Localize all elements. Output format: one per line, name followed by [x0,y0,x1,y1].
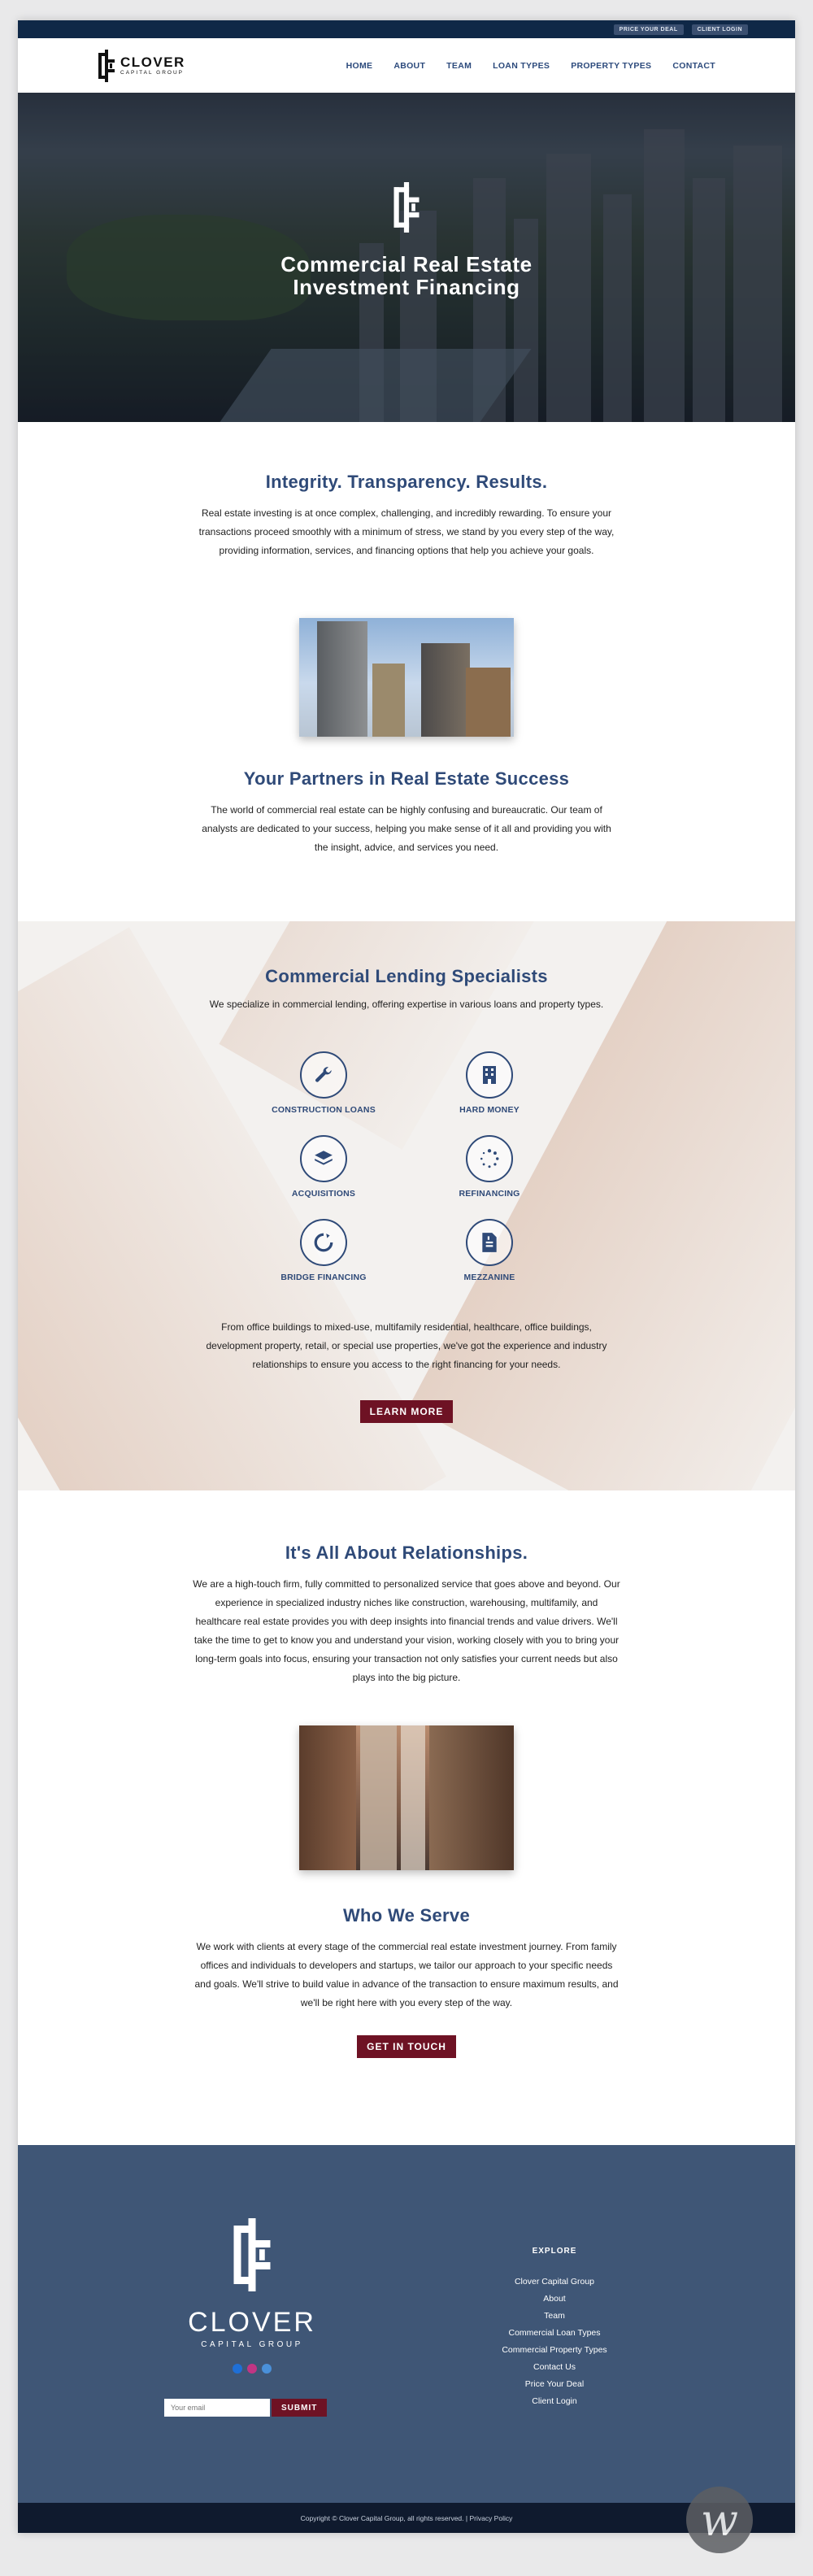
service-hard-money[interactable]: HARD MONEY [408,1051,571,1115]
who-we-serve-section: Who We Serve We work with clients at eve… [18,1905,795,2058]
service-label: HARD MONEY [459,1105,520,1115]
hero-title-line-1: Commercial Real Estate [280,252,533,276]
partners-text: The world of commercial real estate can … [202,804,611,853]
copyright-bar: Copyright © Clover Capital Group, all ri… [18,2503,795,2533]
footer-link[interactable]: Commercial Property Types [473,2342,636,2359]
nav-loan-types[interactable]: LOAN TYPES [493,61,550,71]
facebook-icon[interactable] [233,2364,242,2374]
service-label: REFINANCING [459,1189,520,1199]
site-header: CLOVER CAPITAL GROUP HOME ABOUT TEAM LOA… [18,38,795,93]
partners-section: Your Partners in Real Estate Success The… [18,768,795,857]
email-input[interactable] [164,2399,270,2417]
brand-name: CLOVER [120,54,185,70]
partners-heading: Your Partners in Real Estate Success [243,768,570,789]
intro-section: Integrity. Transparency. Results. Real e… [18,472,795,560]
skyscrapers-photo [299,618,514,737]
footer-link[interactable]: Commercial Loan Types [473,2325,636,2342]
intro-heading: Integrity. Transparency. Results. [265,472,548,492]
linkedin-icon[interactable] [262,2364,272,2374]
learn-more-button[interactable]: LEARN MORE [359,1400,454,1423]
footer-logo[interactable]: CLOVER CAPITAL GROUP [171,2218,333,2374]
document-icon [482,1233,497,1252]
service-refinancing[interactable]: REFINANCING [408,1135,571,1199]
nav-about[interactable]: ABOUT [393,61,425,71]
hero-banner: Commercial Real Estate Investment Financ… [18,93,795,422]
clover-logo-icon [98,49,115,82]
service-label: BRIDGE FINANCING [280,1273,367,1282]
price-your-deal-button[interactable]: PRICE YOUR DEAL [613,24,684,35]
specialists-text: From office buildings to mixed-use, mult… [206,1321,607,1370]
service-mezzanine[interactable]: MEZZANINE [408,1219,571,1282]
service-bridge-financing[interactable]: BRIDGE FINANCING [242,1219,405,1282]
building-icon [483,1066,496,1084]
lending-specialists-section: Commercial Lending Specialists We specia… [18,921,795,1490]
explore-links: EXPLORE Clover Capital Group About Team … [473,2247,636,2410]
newsletter-form: SUBMIT [164,2399,328,2417]
serve-heading: Who We Serve [342,1905,470,1925]
circle-arrow-icon [314,1233,333,1252]
service-label: ACQUISITIONS [291,1189,356,1199]
relationships-heading: It's All About Relationships. [285,1543,528,1563]
clover-emblem-icon [393,182,420,233]
nav-contact[interactable]: CONTACT [672,61,715,71]
layers-icon [315,1151,333,1165]
brand-tagline: CAPITAL GROUP [120,69,185,76]
footer-link[interactable]: Client Login [473,2393,636,2410]
specialists-heading: Commercial Lending Specialists [265,966,548,986]
service-label: CONSTRUCTION LOANS [272,1105,376,1115]
get-in-touch-button[interactable]: GET IN TOUCH [357,2035,456,2058]
specialists-intro: We specialize in commercial lending, off… [209,999,604,1010]
service-construction-loans[interactable]: CONSTRUCTION LOANS [242,1051,405,1115]
footer-brand-name: CLOVER [188,2307,316,2338]
footer-link[interactable]: Contact Us [473,2359,636,2376]
service-label: MEZZANINE [463,1273,515,1282]
relationships-text: We are a high-touch firm, fully committe… [193,1578,620,1683]
submit-button[interactable]: SUBMIT [272,2399,328,2417]
clover-emblem-icon [233,2218,271,2291]
wrench-icon [315,1067,332,1082]
footer-link[interactable]: Price Your Deal [473,2376,636,2393]
page-frame: PRICE YOUR DEAL CLIENT LOGIN CLOVER CAPI… [18,20,795,2533]
wix-badge-icon[interactable]: w [686,2487,753,2553]
utility-bar: PRICE YOUR DEAL CLIENT LOGIN [18,20,795,38]
explore-heading: EXPLORE [532,2247,577,2256]
site-footer: CLOVER CAPITAL GROUP SUBMIT EXPLORE Clov… [18,2145,795,2503]
nav-home[interactable]: HOME [346,61,373,71]
serve-text: We work with clients at every stage of t… [194,1941,619,2008]
footer-link[interactable]: Clover Capital Group [473,2274,636,2291]
hero-title: Commercial Real Estate Investment Financ… [18,253,795,298]
service-acquisitions[interactable]: ACQUISITIONS [242,1135,405,1199]
brand-logo[interactable]: CLOVER CAPITAL GROUP [98,49,185,82]
relationships-section: It's All About Relationships. We are a h… [18,1543,795,1687]
hero-content: Commercial Real Estate Investment Financ… [18,182,795,298]
intro-text: Real estate investing is at once complex… [198,507,615,556]
instagram-icon[interactable] [247,2364,257,2374]
footer-link[interactable]: About [473,2291,636,2308]
client-login-button[interactable]: CLIENT LOGIN [691,24,748,35]
social-links [171,2364,333,2374]
footer-brand-tagline: CAPITAL GROUP [201,2340,303,2349]
main-nav: HOME ABOUT TEAM LOAN TYPES PROPERTY TYPE… [346,61,715,71]
nav-property-types[interactable]: PROPERTY TYPES [571,61,651,71]
city-street-photo [299,1725,514,1870]
hero-title-line-2: Investment Financing [293,275,520,300]
loading-dots-icon [480,1149,499,1168]
footer-link[interactable]: Team [473,2308,636,2325]
nav-team[interactable]: TEAM [446,61,472,71]
